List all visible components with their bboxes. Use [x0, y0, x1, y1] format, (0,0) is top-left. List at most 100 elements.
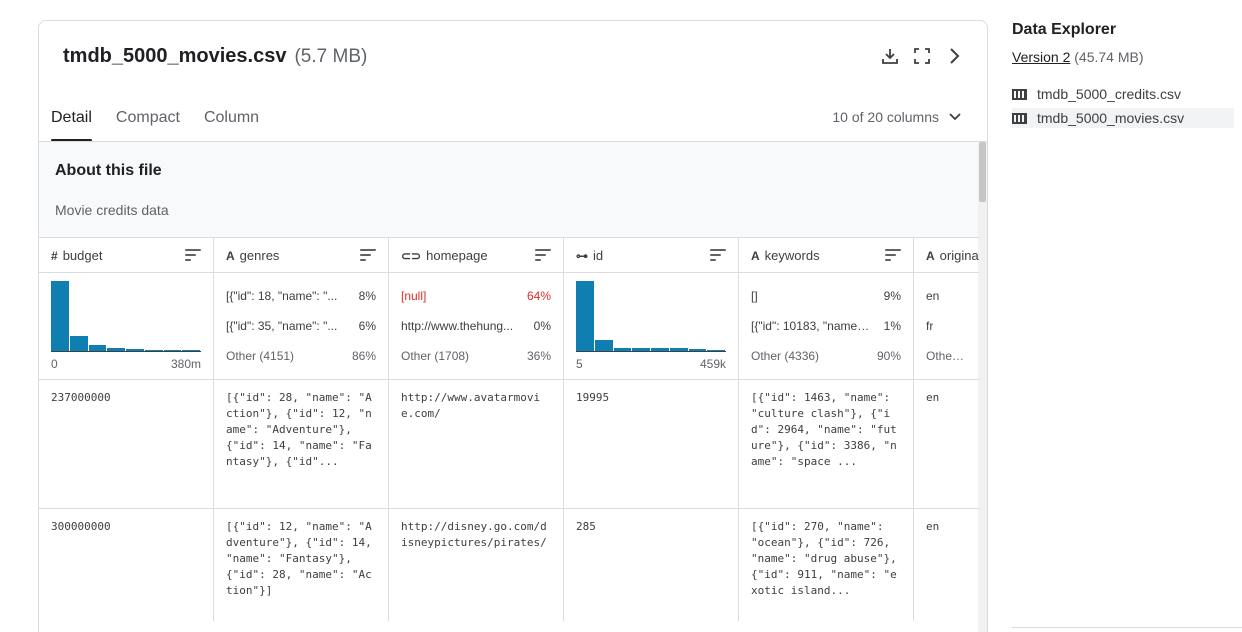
- column-summary-genres: [{"id": 18, "name": "... 8% [{"id": 35, "n…: [214, 273, 389, 380]
- table-cell: http://www.avatarmovie.com/: [389, 380, 564, 508]
- table-cell: [{"id": 270, "name": "ocean"}, {"id": 72…: [739, 509, 914, 621]
- file-header: tmdb_5000_movies.csv (5.7 MB): [63, 45, 367, 73]
- column-header-label: Aorigina: [914, 238, 979, 273]
- category-value: [null]: [401, 289, 427, 303]
- sort-icon[interactable]: [885, 249, 901, 261]
- table-cell: [{"id": 12, "name": "Adventure"}, {"id":…: [214, 509, 389, 621]
- table-cell: en: [926, 520, 940, 533]
- column-summary-id: 5 459k: [564, 273, 739, 380]
- histogram-axis: [51, 351, 201, 352]
- data-explorer-title: Data Explorer: [1012, 21, 1117, 38]
- category-stat-row: en: [926, 289, 967, 305]
- category-value: Other (4151): [226, 349, 295, 363]
- category-percent: 9%: [883, 289, 901, 303]
- table-cell: [{"id": 28, "name": "Action"}, {"id": 12…: [214, 380, 389, 508]
- category-percent: 8%: [358, 289, 376, 303]
- category-value: Other (22: [926, 349, 967, 363]
- category-percent: 6%: [358, 319, 376, 333]
- download-icon[interactable]: [881, 47, 899, 65]
- header-actions: [881, 47, 963, 65]
- category-stat-row: Other (4151) 86%: [226, 349, 376, 365]
- column-header-budget[interactable]: # budget: [39, 238, 214, 273]
- table-header-row: # budget Agenres ⊂⊃ homepage ⊶ id Akeywords Aori…: [39, 237, 979, 273]
- category-value: [{"id": 35, "name": "...: [226, 319, 338, 333]
- version-size: (45.74 MB): [1074, 49, 1144, 65]
- category-stat-row: [{"id": 35, "name": "... 6%: [226, 319, 376, 335]
- category-percent: 1%: [883, 319, 901, 333]
- sidebar-divider: [1012, 627, 1242, 628]
- column-header-id[interactable]: ⊶ id: [564, 238, 739, 273]
- histogram-min-label: 5: [576, 357, 583, 371]
- column-header-homepage[interactable]: ⊂⊃ homepage: [389, 238, 564, 273]
- data-table: # budget Agenres ⊂⊃ homepage ⊶ id Akeywords Aori…: [39, 237, 979, 621]
- about-section: About this file Movie credits data: [39, 142, 979, 237]
- histogram-max-label: 459k: [699, 357, 726, 371]
- column-type-icon: ⊶: [576, 248, 588, 263]
- column-summary-keywords: [] 9% [{"id": 10183, "name"... 1% Other (433…: [739, 273, 914, 380]
- histogram-bar: [594, 339, 613, 351]
- tab-detail[interactable]: Detail: [51, 107, 92, 142]
- columns-selector[interactable]: 10 of 20 columns: [832, 109, 961, 125]
- fullscreen-icon[interactable]: [913, 47, 931, 65]
- category-percent: 86%: [351, 349, 376, 363]
- category-value: [{"id": 10183, "name"...: [751, 319, 871, 333]
- sidebar-file-credits[interactable]: tmdb_5000_credits.csv: [1012, 84, 1234, 104]
- histogram: [51, 281, 201, 351]
- category-percent: 36%: [526, 349, 551, 363]
- table-icon: [1012, 112, 1027, 124]
- category-value: Other (1708): [401, 349, 470, 363]
- category-percent: 90%: [876, 349, 901, 363]
- column-summary-origina: en fr Other (22: [914, 273, 979, 380]
- table-cell: http://disney.go.com/disneypictures/pira…: [389, 509, 564, 621]
- column-header-keywords[interactable]: Akeywords: [739, 238, 914, 273]
- sort-icon[interactable]: [360, 249, 376, 261]
- category-stat-row: Other (22: [926, 349, 967, 365]
- table-summary-row: 0 380m [{"id": 18, "name": "... 8% [{"id": 3…: [39, 272, 979, 380]
- category-percent: 0%: [533, 319, 551, 333]
- column-summary-homepage: [null] 64% http://www.thehung... 0% Other (1…: [389, 273, 564, 380]
- column-type-icon: ⊂⊃: [401, 248, 422, 263]
- category-stat-row: [null] 64%: [401, 289, 551, 305]
- version-info: Version 2 (45.74 MB): [1012, 49, 1144, 65]
- column-name: homepage: [426, 248, 488, 263]
- column-name: budget: [62, 248, 103, 263]
- category-value: http://www.thehung...: [401, 319, 514, 333]
- about-title: About this file: [55, 162, 162, 179]
- column-header-genres[interactable]: Agenres: [214, 238, 389, 273]
- histogram-min-label: 0: [51, 357, 58, 371]
- about-description: Movie credits data: [55, 202, 169, 218]
- scrollbar-thumb[interactable]: [979, 142, 986, 202]
- sort-icon[interactable]: [185, 249, 201, 261]
- category-stat-row: fr: [926, 319, 967, 335]
- table-cell: 237000000: [39, 380, 214, 508]
- tab-column[interactable]: Column: [204, 107, 259, 141]
- column-type-icon: #: [51, 248, 58, 263]
- chevron-right-icon[interactable]: [945, 47, 963, 65]
- sort-icon[interactable]: [535, 249, 551, 261]
- sort-icon[interactable]: [710, 249, 726, 261]
- column-name: id: [593, 248, 604, 263]
- sidebar-file-label: tmdb_5000_movies.csv: [1037, 110, 1185, 126]
- table-cell: en: [926, 391, 940, 404]
- category-value: Other (4336): [751, 349, 820, 363]
- vertical-scrollbar[interactable]: [978, 142, 987, 632]
- version-link[interactable]: Version 2: [1012, 49, 1070, 65]
- tab-compact[interactable]: Compact: [116, 107, 180, 141]
- histogram: [576, 281, 726, 351]
- histogram-axis: [576, 351, 726, 352]
- category-percent: 64%: [526, 289, 551, 303]
- category-value: [{"id": 18, "name": "...: [226, 289, 338, 303]
- histogram-max-label: 380m: [170, 357, 201, 371]
- histogram-bar: [576, 281, 594, 351]
- table-row: 300000000 [{"id": 12, "name": "Adventure"…: [39, 508, 979, 621]
- category-stat-row: Other (1708) 36%: [401, 349, 551, 365]
- category-stat-row: [{"id": 10183, "name"... 1%: [751, 319, 901, 335]
- column-name: genres: [239, 248, 280, 263]
- column-name: origina: [939, 248, 979, 263]
- category-stat-row: [] 9%: [751, 289, 901, 305]
- sidebar-file-movies[interactable]: tmdb_5000_movies.csv: [1012, 108, 1234, 128]
- column-header-origina[interactable]: Aorigina: [914, 238, 979, 273]
- category-stat-row: Other (4336) 90%: [751, 349, 901, 365]
- table-cell: 285: [564, 509, 739, 621]
- category-value: en: [926, 289, 940, 303]
